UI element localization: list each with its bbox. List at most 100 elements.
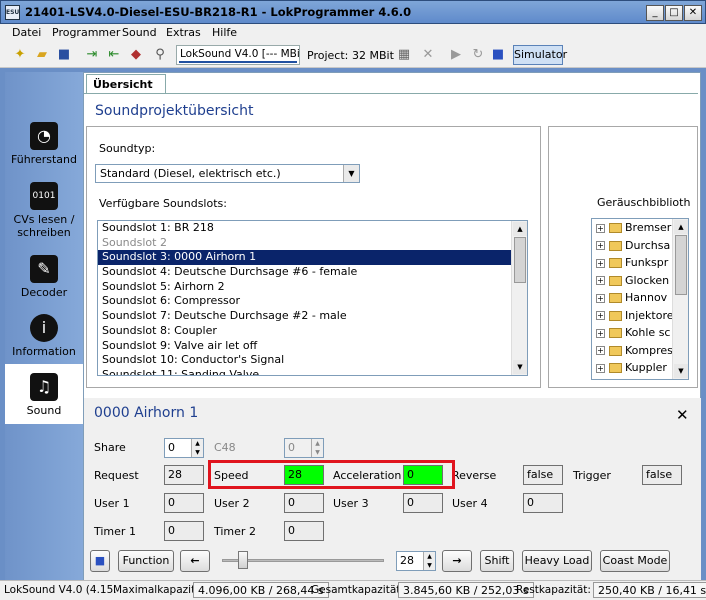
- share-stepper[interactable]: 0 ▲ ▼: [164, 438, 204, 458]
- speed-slider-thumb[interactable]: [238, 551, 248, 569]
- menu-sound[interactable]: Sound: [122, 26, 157, 39]
- app-icon: ESU: [5, 5, 20, 20]
- soundslot-list[interactable]: Soundslot 1: BR 218 Soundslot 2 Soundslo…: [97, 220, 528, 376]
- maximize-button[interactable]: □: [665, 5, 683, 21]
- sidebar-item-sound[interactable]: ♫ Sound: [5, 364, 83, 424]
- wrench-icon: ✎: [30, 255, 58, 283]
- open-folder-icon[interactable]: ▰: [34, 47, 50, 63]
- list-scrollbar[interactable]: ▲ ▼: [511, 221, 527, 375]
- chip-icon[interactable]: ▦: [396, 47, 412, 63]
- simulator-button[interactable]: Simulator: [513, 45, 567, 65]
- function-button[interactable]: Function: [118, 550, 174, 572]
- write-icon[interactable]: ◆: [128, 47, 144, 63]
- window-title: 21401-LSV4.0-Diesel-ESU-BR218-R1 - LokPr…: [25, 5, 412, 19]
- library-tree[interactable]: + Bremser + Durchsa + Funkspr + Glocken + Han…: [591, 218, 689, 380]
- tab-divider: [84, 93, 698, 94]
- expand-icon[interactable]: +: [596, 293, 605, 303]
- list-item[interactable]: Soundslot 4: Deutsche Durchsage #6 - fem…: [98, 265, 527, 280]
- list-item-selected[interactable]: Soundslot 3: 0000 Airhorn 1: [98, 250, 527, 266]
- cancel-icon[interactable]: ✕: [420, 47, 436, 63]
- c48-stepper[interactable]: 0 ▲ ▼: [284, 438, 324, 458]
- stop-icon: ■: [94, 554, 106, 567]
- list-item[interactable]: Soundslot 2: [98, 236, 527, 251]
- close-icon[interactable]: ✕: [676, 406, 689, 424]
- expand-icon[interactable]: +: [596, 241, 605, 250]
- stepper-arrows-icon[interactable]: ▲ ▼: [423, 552, 435, 570]
- list-item[interactable]: Soundslot 5: Airhorn 2: [98, 280, 527, 295]
- menu-bar: Datei Programmer Sound Extras Hilfe: [0, 24, 706, 42]
- menu-extras[interactable]: Extras: [166, 26, 201, 39]
- import-icon[interactable]: ⇥: [84, 47, 100, 63]
- arrow-left-icon: ←: [190, 554, 200, 567]
- folder-icon: [609, 240, 622, 251]
- soundtyp-select[interactable]: Standard (Diesel, elektrisch etc.) ▼: [95, 164, 360, 183]
- heavy-load-button[interactable]: Heavy Load: [522, 550, 592, 572]
- status-decoder: LokSound V4.0 (4.15.: [4, 584, 117, 596]
- close-button[interactable]: ✕: [684, 5, 702, 21]
- sidebar-item-decoder[interactable]: ✎ Decoder: [5, 255, 83, 299]
- scroll-down-icon[interactable]: ▼: [513, 360, 527, 374]
- c48-label: C48: [214, 441, 236, 454]
- back-button[interactable]: ←: [180, 550, 210, 572]
- stepper-arrows-icon[interactable]: ▲ ▼: [311, 439, 323, 457]
- share-label: Share: [94, 441, 126, 454]
- reverse-value: false: [523, 465, 563, 485]
- export-icon[interactable]: ⇤: [106, 47, 122, 63]
- tree-scrollbar[interactable]: ▲ ▼: [672, 219, 688, 379]
- refresh-icon[interactable]: ↻: [470, 47, 486, 63]
- expand-icon[interactable]: +: [596, 328, 605, 338]
- expand-icon[interactable]: +: [596, 311, 605, 320]
- folder-icon: [609, 223, 622, 233]
- project-size: 32 MBit: [352, 49, 394, 62]
- sidebar-item-fuehrerstand[interactable]: ◔ Führerstand: [5, 122, 83, 166]
- play-icon[interactable]: ▶: [448, 47, 464, 63]
- sidebar-item-cvs[interactable]: 0101 CVs lesen / schreiben: [5, 182, 83, 239]
- list-item[interactable]: Soundslot 6: Compressor: [98, 294, 527, 309]
- menu-hilfe[interactable]: Hilfe: [212, 26, 237, 39]
- list-item[interactable]: Soundslot 10: Conductor's Signal: [98, 353, 527, 368]
- new-file-icon[interactable]: ✦: [12, 47, 28, 63]
- scroll-thumb[interactable]: [514, 237, 526, 283]
- scroll-down-icon[interactable]: ▼: [674, 364, 688, 378]
- expand-icon[interactable]: +: [596, 363, 605, 373]
- expand-icon[interactable]: +: [596, 346, 605, 355]
- list-item[interactable]: Soundslot 8: Coupler: [98, 324, 527, 339]
- scroll-thumb[interactable]: [675, 235, 687, 295]
- list-item[interactable]: Soundslot 11: Sanding Valve: [98, 368, 527, 375]
- music-icon: ♫: [30, 373, 58, 401]
- decoder-combo[interactable]: LokSound V4.0 [--- MBit]: [176, 45, 300, 65]
- minimize-button[interactable]: _: [646, 5, 664, 21]
- reverse-label: Reverse: [452, 469, 497, 482]
- expand-icon[interactable]: +: [596, 276, 605, 285]
- tab-uebersicht[interactable]: Übersicht: [86, 74, 166, 94]
- status-rest-label: Restkapazität:: [516, 584, 591, 596]
- list-item[interactable]: Soundslot 7: Deutsche Durchsage #2 - mal…: [98, 309, 527, 324]
- soundslots-label: Verfügbare Soundslots:: [99, 197, 227, 210]
- page-title: Soundprojektübersicht: [95, 103, 254, 119]
- stepper-arrows-icon[interactable]: ▲ ▼: [191, 439, 203, 457]
- coast-mode-button[interactable]: Coast Mode: [600, 550, 670, 572]
- menu-datei[interactable]: Datei: [12, 26, 41, 39]
- expand-icon[interactable]: +: [596, 258, 605, 268]
- expand-icon[interactable]: +: [596, 223, 605, 233]
- connect-icon[interactable]: ⚲: [152, 47, 168, 63]
- stop-button[interactable]: ■: [90, 550, 110, 572]
- shift-button[interactable]: Shift: [480, 550, 514, 572]
- highlight-box: [208, 460, 455, 489]
- user2-value: 0: [284, 493, 324, 513]
- list-item[interactable]: Soundslot 1: BR 218: [98, 221, 527, 236]
- stop-icon[interactable]: ■: [490, 47, 506, 63]
- sidebar-item-information[interactable]: i Information: [5, 314, 83, 358]
- scroll-up-icon[interactable]: ▲: [674, 220, 688, 234]
- forward-button[interactable]: →: [442, 550, 472, 572]
- list-item[interactable]: Soundslot 9: Valve air let off: [98, 339, 527, 354]
- speed-stepper[interactable]: 28 ▲ ▼: [396, 551, 436, 571]
- scroll-up-icon[interactable]: ▲: [513, 222, 527, 236]
- folder-icon: [609, 293, 622, 303]
- library-label: Geräuschbiblioth: [597, 196, 691, 209]
- user3-value: 0: [403, 493, 443, 513]
- timer1-label: Timer 1: [94, 525, 136, 538]
- menu-programmer[interactable]: Programmer: [52, 26, 120, 39]
- save-icon[interactable]: ■: [56, 47, 72, 63]
- user3-label: User 3: [333, 497, 369, 510]
